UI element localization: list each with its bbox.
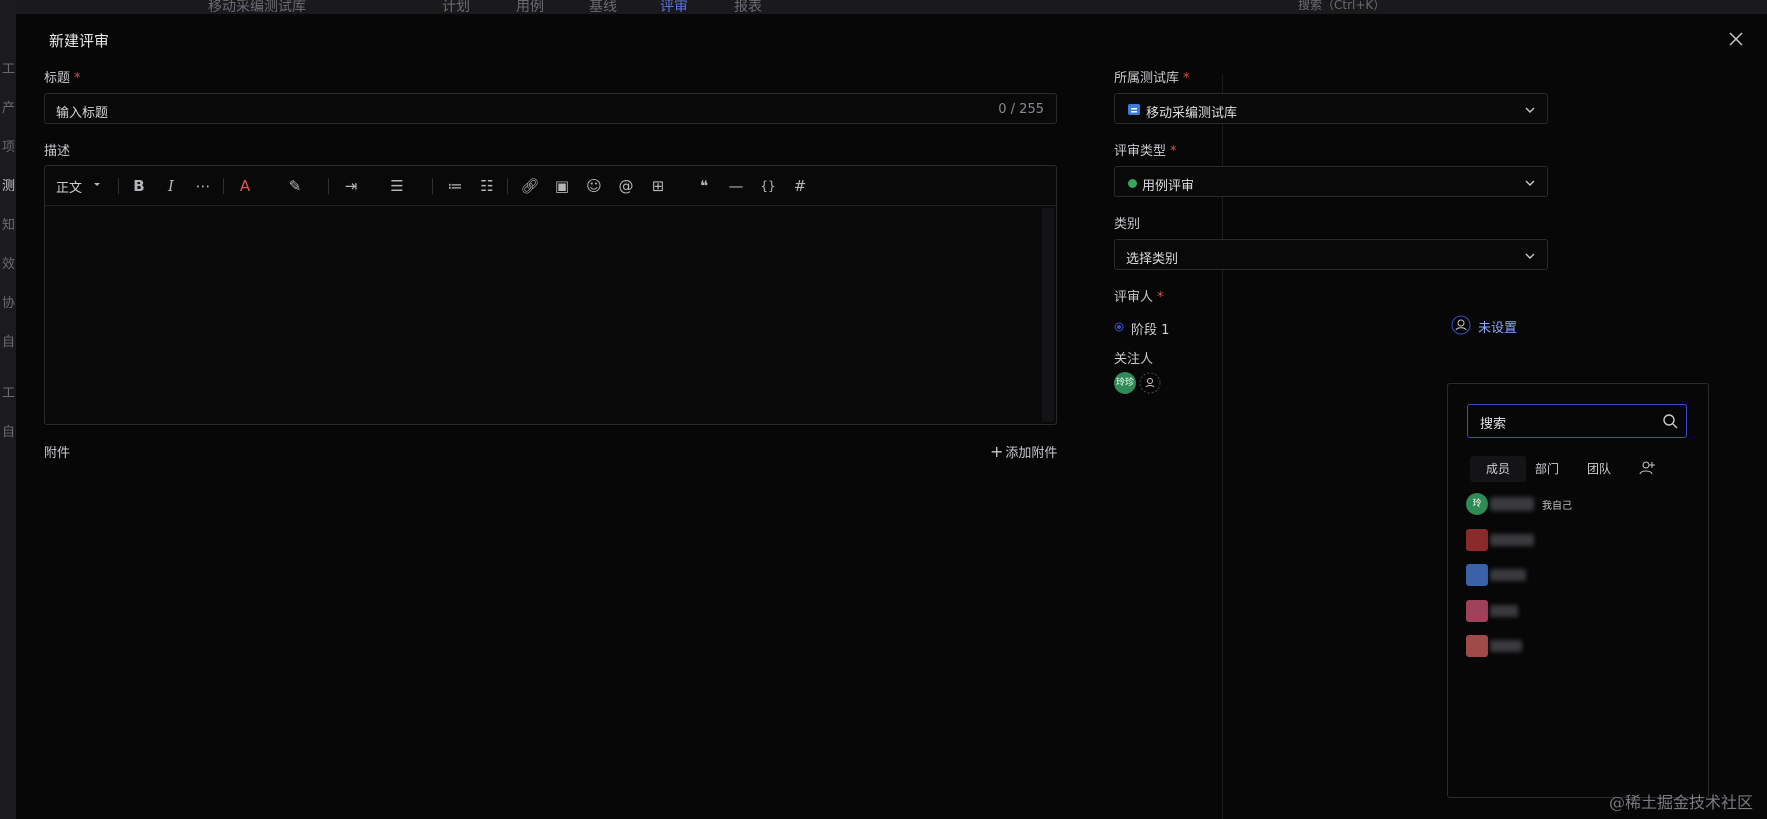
- picker-tabs: 成员 部门 团队: [1448, 456, 1708, 482]
- invite-user-icon[interactable]: [1638, 459, 1656, 477]
- list-item[interactable]: 玲 我自己: [1466, 491, 1666, 517]
- rail-item[interactable]: 效: [2, 253, 15, 272]
- review-type-select[interactable]: 用例评审: [1114, 166, 1548, 197]
- stage-label: 阶段 1: [1131, 323, 1170, 338]
- blurred-name: [1490, 640, 1522, 652]
- char-counter: 0 / 255: [998, 102, 1044, 117]
- more-icon[interactable]: ⋯: [193, 177, 213, 195]
- plus-icon: +: [990, 442, 1004, 461]
- rail-item[interactable]: 协: [2, 292, 15, 311]
- avatar: [1466, 600, 1488, 622]
- chevron-down-icon: [1525, 107, 1535, 113]
- rail-item[interactable]: 测: [2, 175, 15, 194]
- left-sidebar: 工 产 项 测 知 效 协 自 工 自: [0, 0, 16, 819]
- paragraph-style-select[interactable]: 正文: [56, 177, 82, 196]
- watcher-label: 关注人: [1114, 352, 1154, 367]
- emoji-icon[interactable]: ☺: [584, 177, 604, 195]
- rail-item[interactable]: 工: [2, 382, 15, 401]
- image-icon[interactable]: ▣: [552, 177, 572, 195]
- blurred-name: [1490, 497, 1534, 511]
- background-navbar: 移动采编测试库 计划 用例 基线 评审 报表 搜索（Ctrl+K）: [0, 0, 1767, 15]
- close-icon[interactable]: [1725, 28, 1747, 50]
- status-dot: [1128, 179, 1137, 188]
- blurred-name: [1490, 569, 1526, 581]
- font-color-icon[interactable]: A: [235, 177, 255, 195]
- title-input[interactable]: 输入标题 0 / 255: [44, 93, 1057, 124]
- picker-search-placeholder: 搜索: [1480, 417, 1507, 432]
- category-placeholder: 选择类别: [1126, 252, 1179, 267]
- indent-icon[interactable]: ⇥: [341, 177, 361, 195]
- divider-icon[interactable]: —: [726, 177, 746, 195]
- list-item[interactable]: [1466, 598, 1666, 624]
- highlight-icon[interactable]: ✎: [285, 177, 305, 195]
- link-icon[interactable]: 🔗︎: [520, 177, 540, 195]
- avatar: [1466, 635, 1488, 657]
- avatar: 玲: [1466, 493, 1488, 515]
- table-icon[interactable]: ⊞: [648, 177, 668, 195]
- set-reviewer-button[interactable]: 未设置: [1451, 315, 1541, 337]
- search-icon[interactable]: [1662, 413, 1678, 429]
- description-label: 描述: [44, 144, 71, 159]
- dialog-title: 新建评审: [49, 32, 110, 50]
- library-label: 所属测试库 *: [1114, 71, 1190, 86]
- picker-search-input[interactable]: 搜索: [1467, 404, 1687, 438]
- ordered-list-icon[interactable]: ≔: [445, 177, 465, 195]
- library-value: 移动采编测试库: [1146, 106, 1238, 121]
- self-tag: 我自己: [1542, 501, 1572, 512]
- watermark: @稀土掘金技术社区: [1608, 793, 1753, 812]
- rail-item[interactable]: 项: [2, 136, 15, 155]
- global-search[interactable]: 搜索（Ctrl+K）: [1298, 0, 1385, 13]
- align-icon[interactable]: ☰: [387, 177, 407, 195]
- add-attachment-button[interactable]: + 添加附件: [990, 442, 1057, 461]
- list-item[interactable]: [1466, 562, 1666, 588]
- unset-label: 未设置: [1478, 321, 1518, 336]
- rail-item[interactable]: 工: [2, 58, 15, 77]
- description-editor[interactable]: 正文 B I ⋯ A ✎ ⇥ ☰ ≔ ☷ 🔗︎ ▣ ☺ @ ⊞ ❝ — {} #: [44, 165, 1057, 425]
- rail-item[interactable]: 产: [2, 97, 15, 116]
- code-icon[interactable]: {}: [758, 177, 778, 195]
- italic-icon[interactable]: I: [161, 177, 181, 195]
- user-add-icon: [1451, 315, 1471, 335]
- member-picker: 搜索 成员 部门 团队 玲 我自己: [1447, 383, 1709, 798]
- avatar: [1466, 564, 1488, 586]
- review-type-value: 用例评审: [1142, 179, 1195, 194]
- attachments-label: 附件: [44, 446, 71, 461]
- heading-icon[interactable]: #: [790, 177, 810, 195]
- quote-icon[interactable]: ❝: [694, 177, 714, 195]
- mention-icon[interactable]: @: [616, 177, 636, 195]
- tab-departments[interactable]: 部门: [1535, 460, 1559, 477]
- radio-icon: [1114, 322, 1124, 332]
- library-select[interactable]: 移动采编测试库: [1114, 93, 1548, 124]
- avatar[interactable]: 玲珍: [1114, 372, 1136, 394]
- review-type-label: 评审类型 *: [1114, 144, 1177, 159]
- bullet-list-icon[interactable]: ☷: [477, 177, 497, 195]
- avatar: [1466, 529, 1488, 551]
- list-item[interactable]: [1466, 633, 1666, 659]
- chevron-down-icon: [1525, 180, 1535, 186]
- bold-icon[interactable]: B: [129, 177, 149, 195]
- editor-toolbar: 正文 B I ⋯ A ✎ ⇥ ☰ ≔ ☷ 🔗︎ ▣ ☺ @ ⊞ ❝ — {} #: [45, 166, 1056, 206]
- rail-item[interactable]: 自: [2, 331, 15, 350]
- library-icon: [1128, 104, 1140, 115]
- rail-item[interactable]: 自: [2, 421, 15, 440]
- rail-item[interactable]: 知: [2, 214, 15, 233]
- tab-members[interactable]: 成员: [1486, 460, 1510, 477]
- chevron-down-icon: [1525, 253, 1535, 259]
- chevron-down-icon: [94, 183, 100, 186]
- blurred-name: [1490, 534, 1534, 546]
- editor-scrollbar[interactable]: [1042, 208, 1054, 422]
- title-placeholder: 输入标题: [56, 106, 109, 121]
- title-label: 标题 *: [44, 71, 81, 86]
- list-item[interactable]: [1466, 527, 1666, 553]
- blurred-name: [1490, 605, 1518, 617]
- tab-teams[interactable]: 团队: [1587, 460, 1611, 477]
- category-select[interactable]: 选择类别: [1114, 239, 1548, 270]
- add-watcher-icon[interactable]: [1139, 372, 1161, 394]
- category-label: 类别: [1114, 217, 1141, 232]
- reviewer-label: 评审人 *: [1114, 290, 1164, 305]
